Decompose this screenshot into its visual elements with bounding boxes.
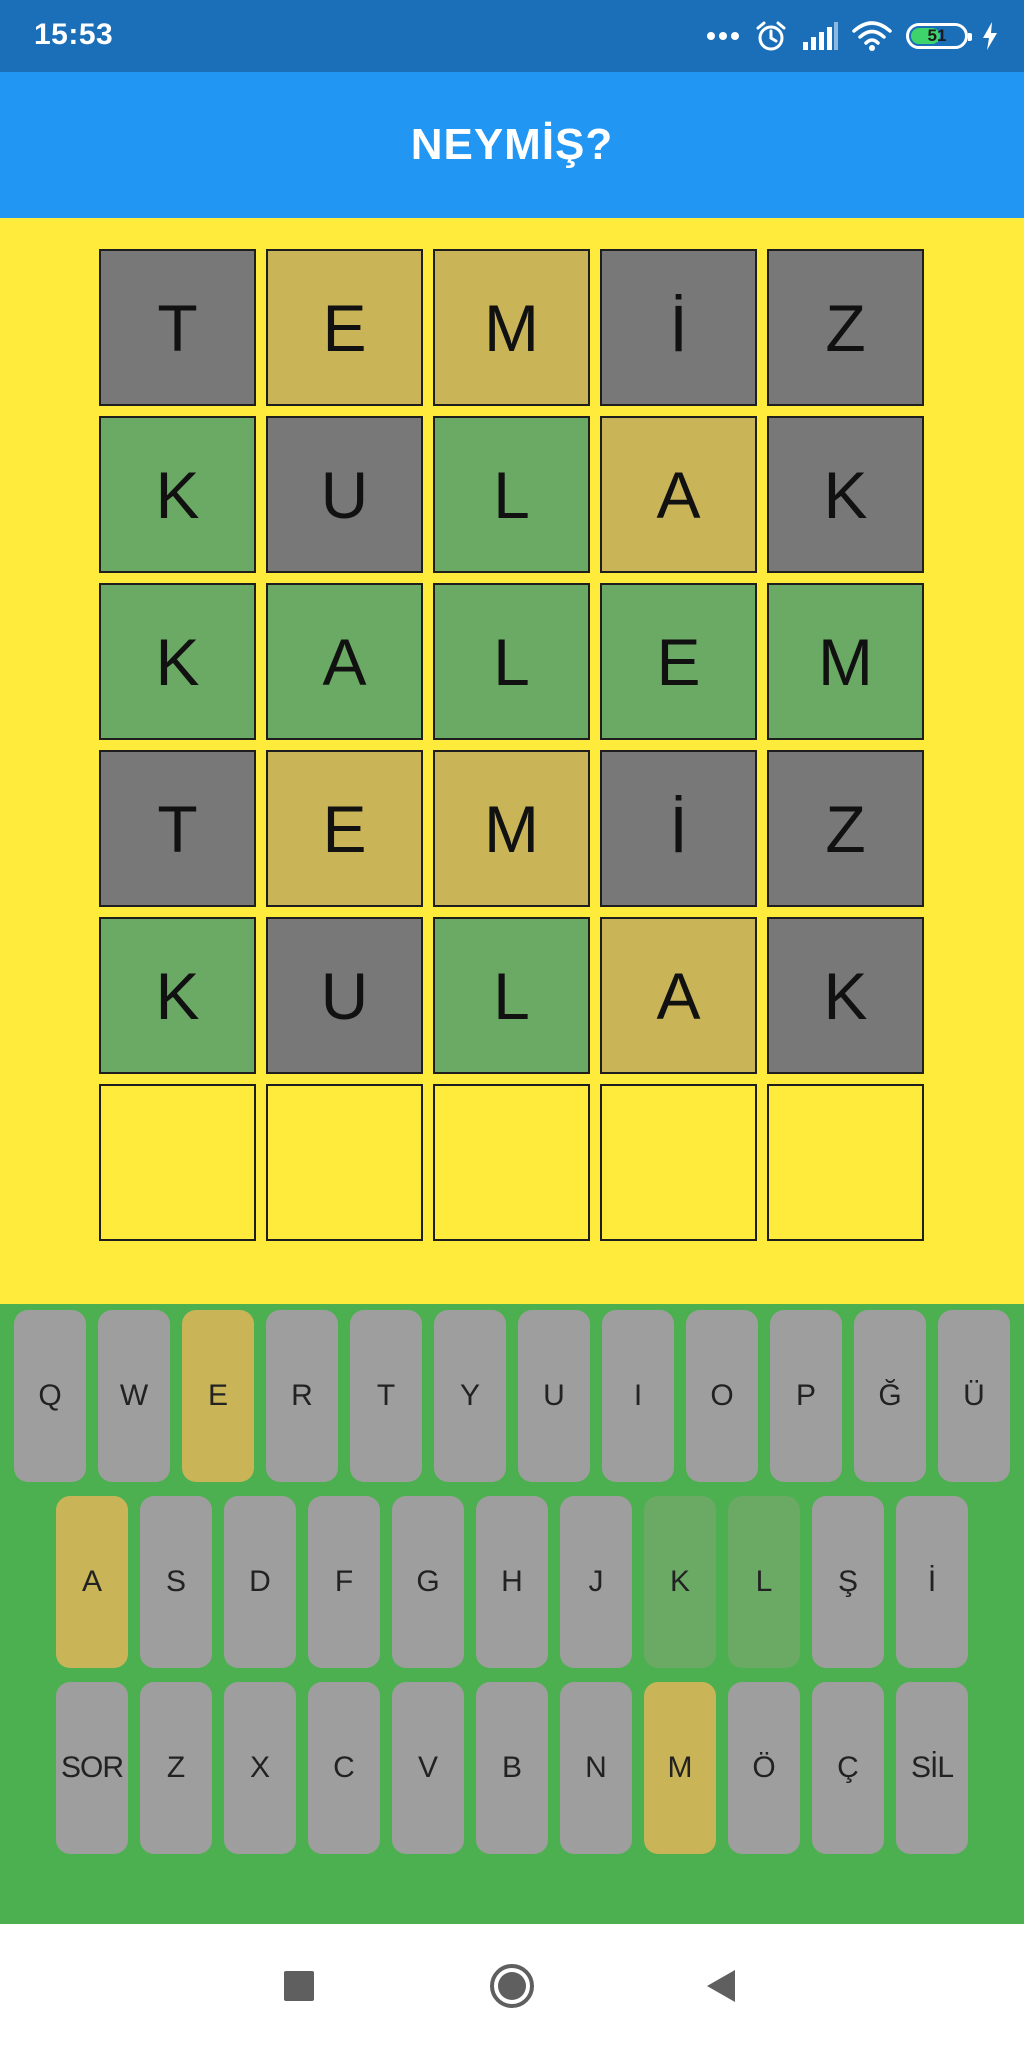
- board-tile: T: [99, 750, 256, 907]
- key-a[interactable]: A: [56, 1496, 128, 1668]
- key-l[interactable]: L: [728, 1496, 800, 1668]
- key-ş[interactable]: Ş: [812, 1496, 884, 1668]
- board-tile: M: [433, 750, 590, 907]
- submit-key[interactable]: SOR: [56, 1682, 128, 1854]
- board-tile: U: [266, 917, 423, 1074]
- board-tile: K: [767, 917, 924, 1074]
- signal-icon: [802, 22, 838, 50]
- key-e[interactable]: E: [182, 1310, 254, 1482]
- key-s[interactable]: S: [140, 1496, 212, 1668]
- board-tile: A: [600, 917, 757, 1074]
- board-tile: [600, 1084, 757, 1241]
- keyboard: QWERTYUIOPĞÜ ASDFGHJKLŞİ SOR Z X C V B N M Ö Ç SİL: [0, 1304, 1024, 1924]
- key-ğ[interactable]: Ğ: [854, 1310, 926, 1482]
- status-bar: 15:53 51: [0, 0, 1024, 72]
- wifi-icon: [852, 21, 892, 51]
- game-board: TEMİZKULAKKALEMTEMİZKULAK: [99, 249, 924, 1241]
- key-u[interactable]: U: [518, 1310, 590, 1482]
- delete-key[interactable]: SİL: [896, 1682, 968, 1854]
- board-tile: T: [99, 249, 256, 406]
- board-tile: M: [767, 583, 924, 740]
- board-tile: L: [433, 416, 590, 573]
- board-tile: A: [600, 416, 757, 573]
- board-tile: [767, 1084, 924, 1241]
- keyboard-row-2: ASDFGHJKLŞİ: [0, 1496, 1024, 1668]
- board-tile: Z: [767, 750, 924, 907]
- key-h[interactable]: H: [476, 1496, 548, 1668]
- key-i̇[interactable]: İ: [896, 1496, 968, 1668]
- key-o[interactable]: O: [686, 1310, 758, 1482]
- key-ç[interactable]: Ç: [812, 1682, 884, 1854]
- board-tile: K: [99, 583, 256, 740]
- status-time: 15:53: [34, 18, 114, 51]
- battery-level: 51: [927, 26, 947, 45]
- board-tile: E: [600, 583, 757, 740]
- key-w[interactable]: W: [98, 1310, 170, 1482]
- board-tile: [433, 1084, 590, 1241]
- keyboard-row-1: QWERTYUIOPĞÜ: [0, 1310, 1024, 1482]
- charging-icon: [982, 22, 998, 50]
- key-j[interactable]: J: [560, 1496, 632, 1668]
- key-n[interactable]: N: [560, 1682, 632, 1854]
- key-p[interactable]: P: [770, 1310, 842, 1482]
- board-tile: Z: [767, 249, 924, 406]
- key-b[interactable]: B: [476, 1682, 548, 1854]
- key-d[interactable]: D: [224, 1496, 296, 1668]
- board-tile: K: [767, 416, 924, 573]
- app-title: NEYMİŞ?: [410, 120, 614, 169]
- status-icons: 51: [706, 14, 998, 58]
- more-dots-icon: [706, 31, 740, 41]
- keyboard-row-3: SOR Z X C V B N M Ö Ç SİL: [0, 1682, 1024, 1854]
- alarm-icon: [754, 19, 788, 53]
- board-tile: L: [433, 583, 590, 740]
- board-tile: İ: [600, 750, 757, 907]
- key-v[interactable]: V: [392, 1682, 464, 1854]
- board-tile: U: [266, 416, 423, 573]
- key-c[interactable]: C: [308, 1682, 380, 1854]
- board-tile: E: [266, 750, 423, 907]
- key-z[interactable]: Z: [140, 1682, 212, 1854]
- key-ü[interactable]: Ü: [938, 1310, 1010, 1482]
- home-icon[interactable]: [488, 1962, 536, 2010]
- key-f[interactable]: F: [308, 1496, 380, 1668]
- navigation-bar: [0, 1924, 1024, 2048]
- key-x[interactable]: X: [224, 1682, 296, 1854]
- key-m[interactable]: M: [644, 1682, 716, 1854]
- key-ö[interactable]: Ö: [728, 1682, 800, 1854]
- board-area: TEMİZKULAKKALEMTEMİZKULAK: [0, 218, 1024, 1304]
- key-i[interactable]: I: [602, 1310, 674, 1482]
- board-tile: K: [99, 917, 256, 1074]
- board-tile: A: [266, 583, 423, 740]
- key-k[interactable]: K: [644, 1496, 716, 1668]
- recent-apps-icon[interactable]: [275, 1962, 323, 2010]
- battery-icon: 51: [906, 23, 972, 49]
- board-tile: K: [99, 416, 256, 573]
- board-tile: İ: [600, 249, 757, 406]
- board-tile: E: [266, 249, 423, 406]
- app-bar: NEYMİŞ?: [0, 72, 1024, 218]
- key-g[interactable]: G: [392, 1496, 464, 1668]
- key-y[interactable]: Y: [434, 1310, 506, 1482]
- key-q[interactable]: Q: [14, 1310, 86, 1482]
- key-r[interactable]: R: [266, 1310, 338, 1482]
- board-tile: [266, 1084, 423, 1241]
- board-tile: [99, 1084, 256, 1241]
- key-t[interactable]: T: [350, 1310, 422, 1482]
- board-tile: L: [433, 917, 590, 1074]
- back-icon[interactable]: [697, 1962, 745, 2010]
- board-tile: M: [433, 249, 590, 406]
